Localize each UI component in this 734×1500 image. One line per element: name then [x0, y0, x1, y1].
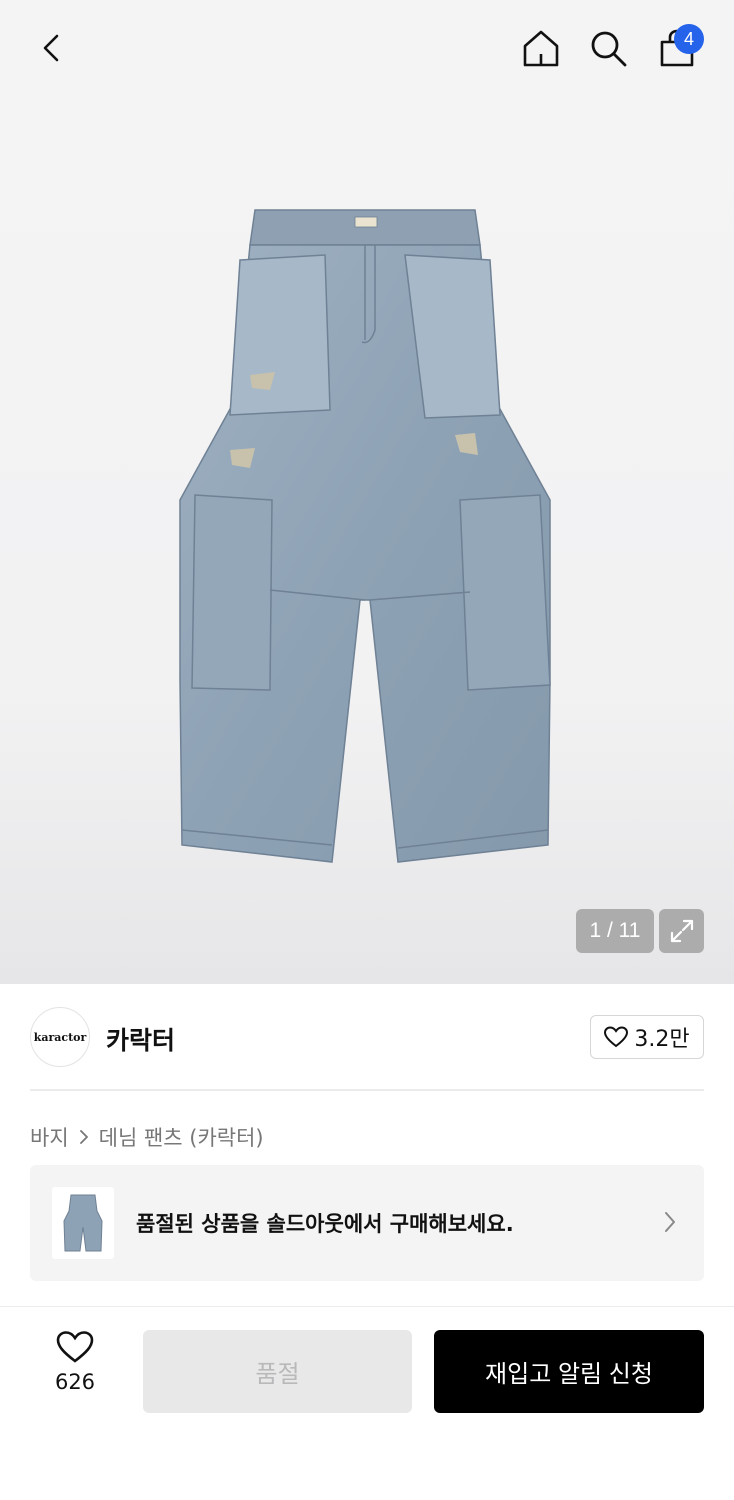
back-button[interactable]	[24, 20, 80, 76]
bottom-bar-divider	[0, 1306, 734, 1307]
brand-like-button[interactable]: 3.2만	[590, 1015, 704, 1059]
search-button[interactable]	[580, 20, 636, 76]
cart-count-badge: 4	[674, 24, 704, 54]
brand-row: karactor 카락터 3.2만	[30, 1005, 704, 1069]
wishlist-button[interactable]: 626	[30, 1330, 120, 1414]
image-counter: 1 / 11	[576, 909, 654, 953]
product-detail-screen: 4 1 / 11 karactor 카락터 3.2만 바지 데님 팬츠 (카락터…	[0, 0, 734, 1500]
soldout-button: 품절	[143, 1330, 412, 1413]
expand-icon	[670, 919, 693, 943]
brand-name[interactable]: 카락터	[106, 1021, 175, 1057]
restock-alert-button[interactable]: 재입고 알림 신청	[434, 1330, 704, 1413]
soldout-banner-text: 품절된 상품을 솔드아웃에서 구매해보세요.	[136, 1212, 514, 1236]
expand-image-button[interactable]	[659, 909, 704, 953]
heart-icon	[604, 1026, 629, 1048]
soldout-product-thumbnail	[52, 1187, 114, 1259]
search-icon	[591, 31, 627, 67]
product-image-gallery[interactable]: 4 1 / 11	[0, 0, 734, 984]
wishlist-count: 626	[54, 1370, 96, 1394]
top-bar: 4	[0, 0, 734, 100]
product-image	[179, 209, 551, 863]
home-icon	[523, 30, 559, 67]
divider	[30, 1089, 704, 1091]
pants-thumbnail	[63, 1194, 103, 1252]
brand-logo[interactable]: karactor	[30, 1007, 90, 1067]
chevron-right-icon	[79, 1130, 88, 1144]
chevron-right-icon	[665, 1212, 675, 1232]
brand-logo-text: karactor	[33, 1030, 87, 1044]
chevron-left-icon	[43, 34, 59, 62]
brand-like-count: 3.2만	[634, 1027, 690, 1052]
breadcrumb-category[interactable]: 바지	[30, 1122, 69, 1152]
home-button[interactable]	[513, 20, 569, 76]
soldout-banner[interactable]: 품절된 상품을 솔드아웃에서 구매해보세요.	[30, 1165, 704, 1281]
breadcrumb: 바지 데님 팬츠 (카락터)	[30, 1122, 264, 1152]
breadcrumb-subcategory[interactable]: 데님 팬츠 (카락터)	[99, 1122, 264, 1152]
heart-icon	[56, 1331, 94, 1363]
